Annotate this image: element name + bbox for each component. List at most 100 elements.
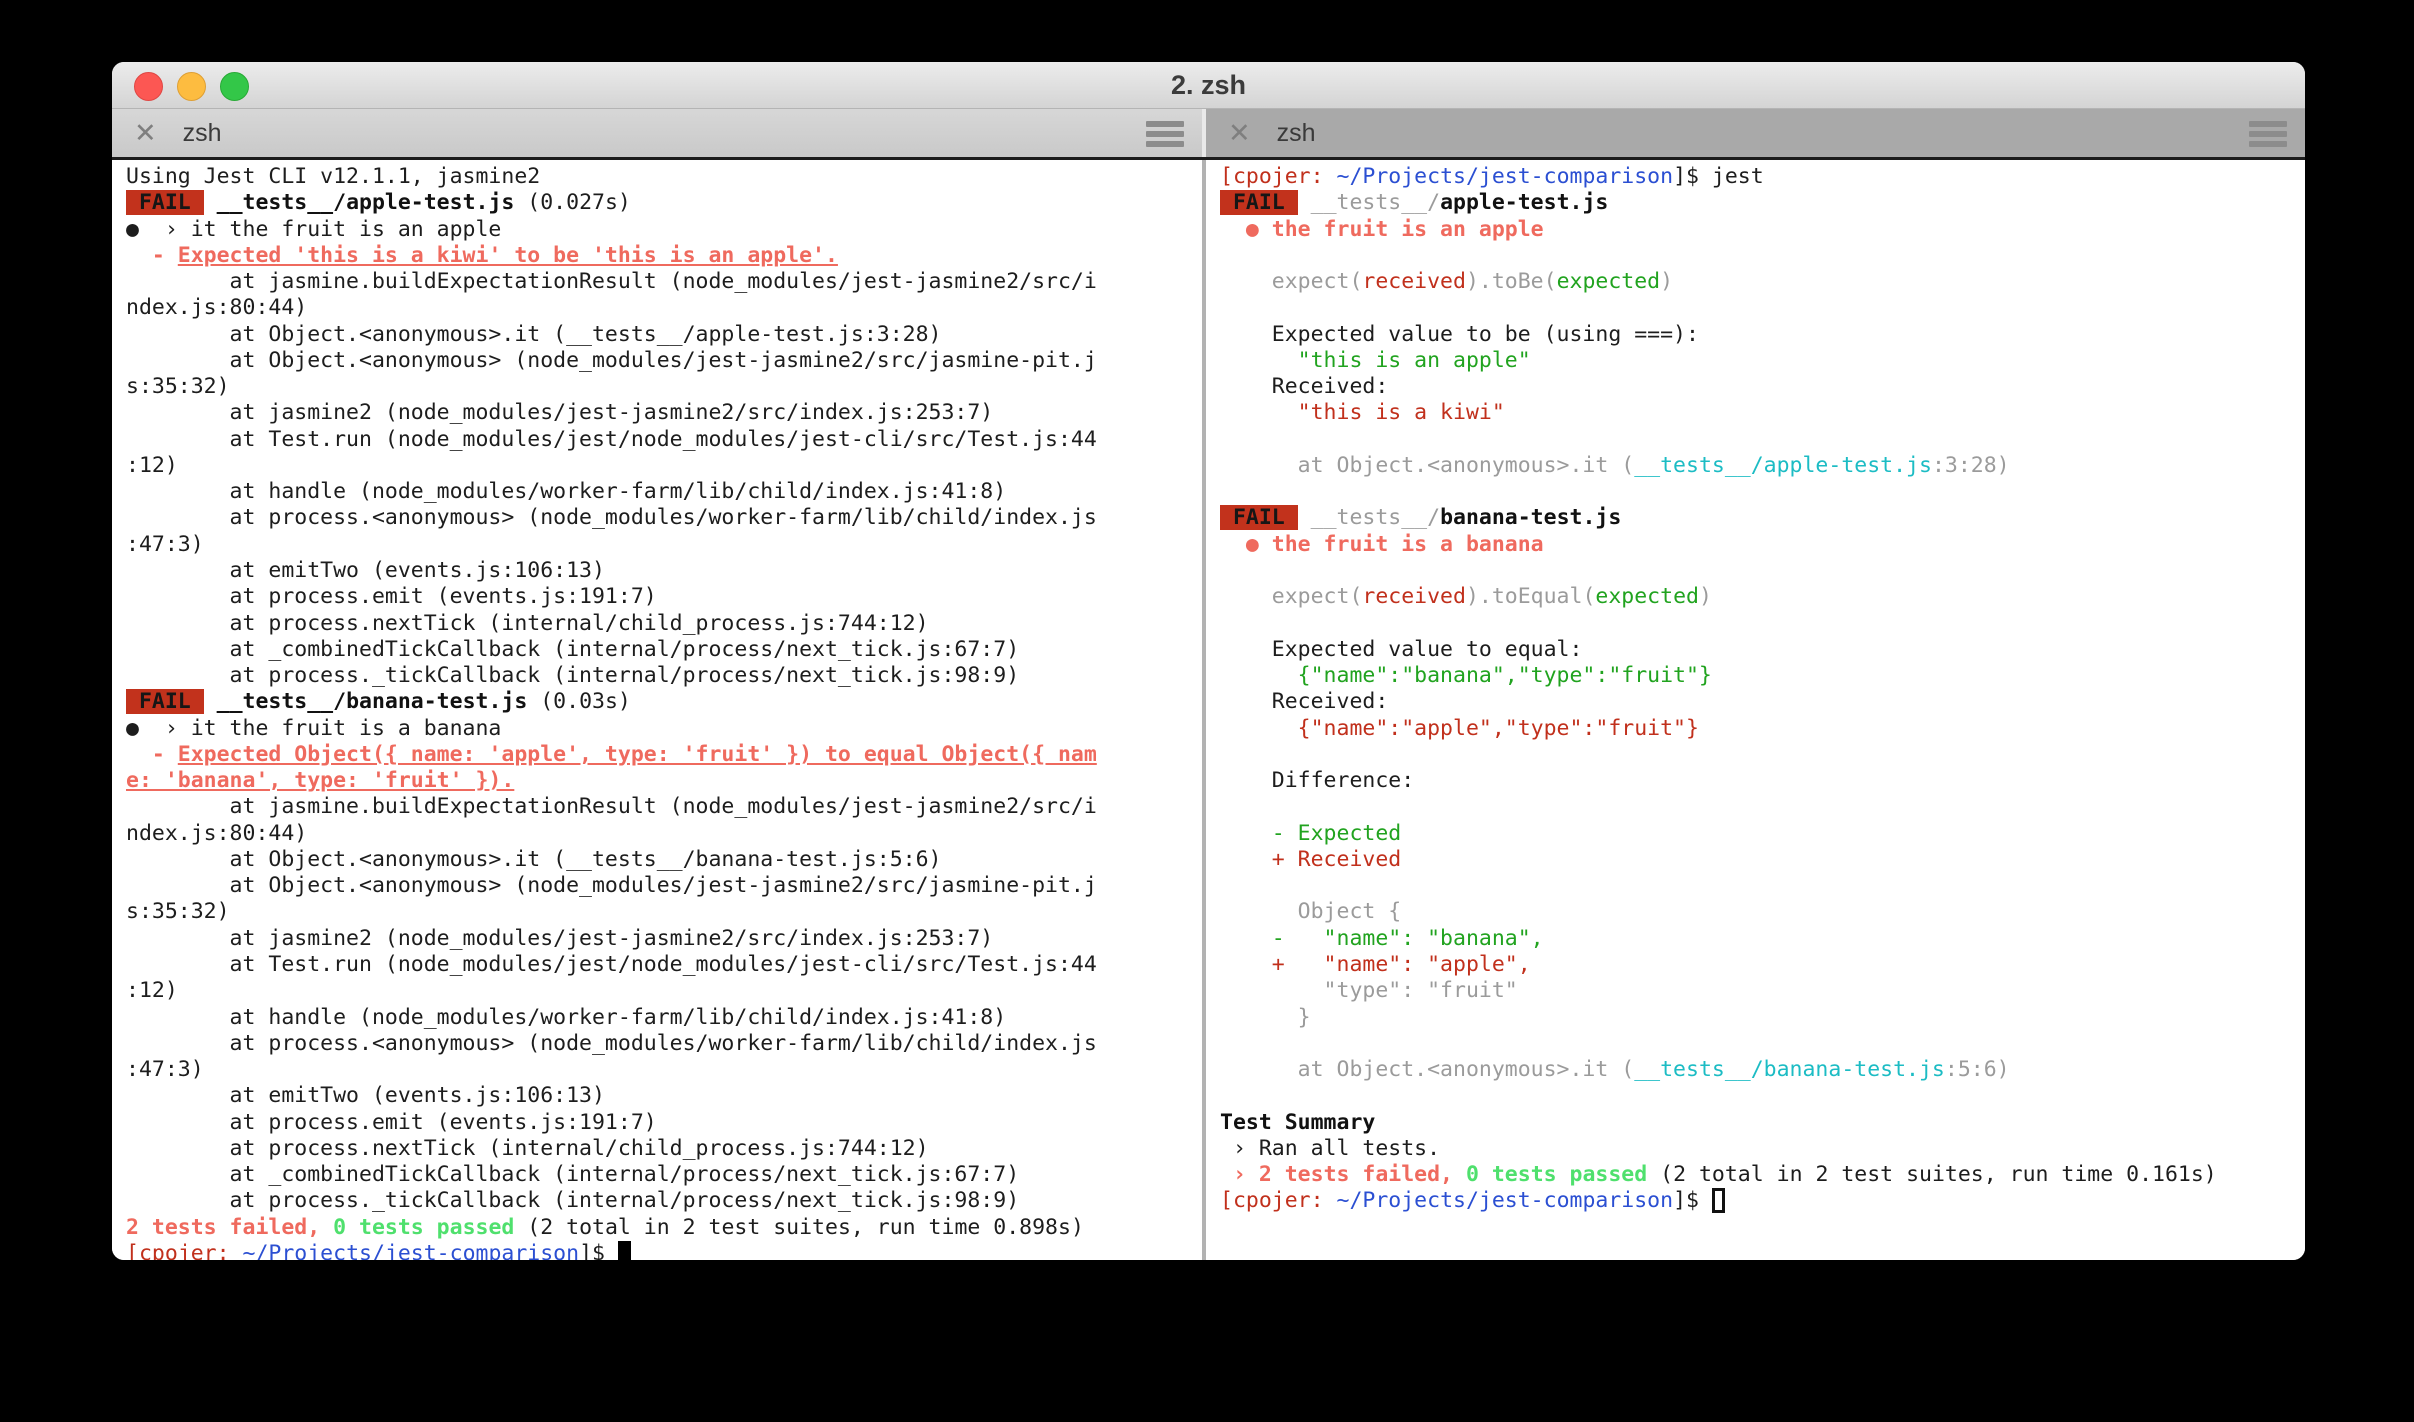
terminal-line: ndex.js:80:44) xyxy=(126,821,1202,847)
terminal-line: [cpojer: ~/Projects/jest-comparison]$ je… xyxy=(1220,164,2305,190)
text-segment: [cpojer: xyxy=(1220,1188,1324,1214)
left-terminal-output: Using Jest CLI v12.1.1, jasmine2 FAIL __… xyxy=(126,164,1202,1260)
terminal-line: at handle (node_modules/worker-farm/lib/… xyxy=(126,479,1202,505)
text-segment xyxy=(204,190,217,215)
terminal-line: expect(received).toEqual(expected) xyxy=(1220,584,2305,610)
text-segment: ]$ xyxy=(1673,1188,1712,1214)
text-segment: ~/Projects/jest-comparison xyxy=(1336,164,1674,189)
text-segment: 0 tests passed xyxy=(333,1214,515,1240)
terminal-line: at _combinedTickCallback (internal/proce… xyxy=(126,637,1202,663)
text-segment: ndex.js:80:44) xyxy=(126,295,308,321)
text-segment xyxy=(320,1215,333,1240)
text-segment: Received: xyxy=(1220,374,1389,400)
text-segment: (2 total in 2 test suites, run time 0.89… xyxy=(514,1214,1084,1240)
text-segment: at Object.<anonymous>.it ( xyxy=(1220,1057,1635,1083)
text-segment: 0 tests passed xyxy=(1465,1162,1648,1188)
text-segment: at process.emit (events.js:191:7) xyxy=(126,1109,657,1135)
text-segment: - "name": "banana", xyxy=(1220,925,1544,951)
text-segment: __tests__/ xyxy=(1310,505,1441,531)
text-segment: Difference: xyxy=(1220,768,1415,794)
terminal-line: {"name":"banana","type":"fruit"} xyxy=(1220,663,2305,689)
text-segment: Test Summary xyxy=(1220,1109,1376,1135)
text-segment: › Ran all tests. xyxy=(1220,1135,1441,1161)
text-segment: :12) xyxy=(126,452,178,478)
text-segment: Expected value to be (using ===): xyxy=(1220,321,1699,347)
text-segment: at _combinedTickCallback (internal/proce… xyxy=(126,636,1020,662)
close-tab-icon[interactable]: ✕ xyxy=(1228,118,1251,149)
text-segment: at Test.run (node_modules/jest/node_modu… xyxy=(126,426,1097,452)
terminal-line: Object { xyxy=(1220,899,2305,925)
terminal-line: at Object.<anonymous> (node_modules/jest… xyxy=(126,348,1202,374)
text-segment: expected xyxy=(1595,584,1699,610)
terminal-window: 2. zsh ✕ zsh ✕ zsh Using Jest CLI v12.1.… xyxy=(112,62,2305,1260)
right-terminal-pane[interactable]: [cpojer: ~/Projects/jest-comparison]$ je… xyxy=(1206,160,2305,1260)
tab-left-zsh[interactable]: ✕ zsh xyxy=(112,109,1202,157)
text-segment: :12) xyxy=(126,978,178,1004)
text-segment: the fruit is a banana xyxy=(1271,531,1544,557)
terminal-line: s:35:32) xyxy=(126,899,1202,925)
text-segment xyxy=(204,689,217,714)
terminal-line: FAIL __tests__/apple-test.js xyxy=(1220,190,2305,216)
fail-badge: FAIL xyxy=(1220,190,1298,216)
active-cursor xyxy=(617,1240,631,1260)
terminal-line: at Object.<anonymous>.it (__tests__/appl… xyxy=(126,322,1202,348)
terminal-line: :12) xyxy=(126,978,1202,1004)
text-segment: at Object.<anonymous> (node_modules/jest… xyxy=(126,347,1097,373)
terminal-line: at _combinedTickCallback (internal/proce… xyxy=(126,1162,1202,1188)
text-segment: at Object.<anonymous>.it (__tests__/bana… xyxy=(126,846,942,872)
text-segment: at Test.run (node_modules/jest/node_modu… xyxy=(126,951,1097,977)
close-tab-icon[interactable]: ✕ xyxy=(134,118,157,149)
terminal-line: [cpojer: ~/Projects/jest-comparison]$ xyxy=(126,1240,1202,1260)
hamburger-menu-icon[interactable] xyxy=(2249,121,2287,147)
tab-right-zsh[interactable]: ✕ zsh xyxy=(1206,109,2305,157)
text-segment: __tests__/apple-test.js xyxy=(1634,452,1932,478)
text-segment: received xyxy=(1362,584,1466,610)
left-terminal-pane[interactable]: Using Jest CLI v12.1.1, jasmine2 FAIL __… xyxy=(112,160,1202,1260)
tab-label: zsh xyxy=(1276,118,1316,147)
terminal-line: - Expected Object({ name: 'apple', type:… xyxy=(126,742,1202,768)
terminal-line: Expected value to be (using ===): xyxy=(1220,322,2305,348)
text-segment: (0.03s) xyxy=(527,689,631,715)
fail-badge: FAIL xyxy=(126,190,204,216)
terminal-line: expect(received).toBe(expected) xyxy=(1220,269,2305,295)
text-segment: + Received xyxy=(1220,846,1402,872)
text-segment: at process.emit (events.js:191:7) xyxy=(126,584,657,610)
text-segment: at jasmine2 (node_modules/jest-jasmine2/… xyxy=(126,400,994,426)
text-segment: ndex.js:80:44) xyxy=(126,820,308,846)
terminal-line: {"name":"apple","type":"fruit"} xyxy=(1220,716,2305,742)
text-segment: } xyxy=(1220,1004,1311,1030)
terminal-line: "this is an apple" xyxy=(1220,348,2305,374)
text-segment: ]$ xyxy=(579,1240,618,1260)
terminal-line: at process._tickCallback (internal/proce… xyxy=(126,663,1202,689)
text-segment: - xyxy=(126,242,178,268)
terminal-line: at Object.<anonymous> (node_modules/jest… xyxy=(126,873,1202,899)
terminal-line: › Ran all tests. xyxy=(1220,1136,2305,1162)
text-segment: banana-test.js xyxy=(1440,505,1622,531)
text-segment: :47:3) xyxy=(126,531,204,557)
text-segment: ● xyxy=(1220,216,1272,242)
text-segment xyxy=(1324,164,1337,189)
text-segment: 2 tests failed, xyxy=(126,1214,321,1240)
fail-badge: FAIL xyxy=(126,689,204,715)
terminal-line: FAIL __tests__/banana-test.js xyxy=(1220,505,2305,531)
tab-bar: ✕ zsh ✕ zsh xyxy=(112,109,2305,160)
right-terminal-output: [cpojer: ~/Projects/jest-comparison]$ je… xyxy=(1220,164,2305,1215)
titlebar[interactable]: 2. zsh xyxy=(112,62,2305,109)
terminal-line: at jasmine.buildExpectationResult (node_… xyxy=(126,269,1202,295)
terminal-line: Using Jest CLI v12.1.1, jasmine2 xyxy=(126,164,1202,190)
hamburger-menu-icon[interactable] xyxy=(1146,121,1184,147)
terminal-line: at process.nextTick (internal/child_proc… xyxy=(126,1136,1202,1162)
text-segment: ~/Projects/jest-comparison xyxy=(1336,1188,1674,1214)
text-segment: ● › it the fruit is an apple xyxy=(126,216,502,242)
terminal-line: ● the fruit is a banana xyxy=(1220,532,2305,558)
terminal-line: - Expected xyxy=(1220,821,2305,847)
terminal-content: Using Jest CLI v12.1.1, jasmine2 FAIL __… xyxy=(112,160,2305,1260)
text-segment: at emitTwo (events.js:106:13) xyxy=(126,1083,605,1109)
terminal-line: at process.nextTick (internal/child_proc… xyxy=(126,611,1202,637)
window-title: 2. zsh xyxy=(1170,70,1247,100)
terminal-line: at Object.<anonymous>.it (__tests__/appl… xyxy=(1220,453,2305,479)
text-segment: Received: xyxy=(1220,689,1389,715)
